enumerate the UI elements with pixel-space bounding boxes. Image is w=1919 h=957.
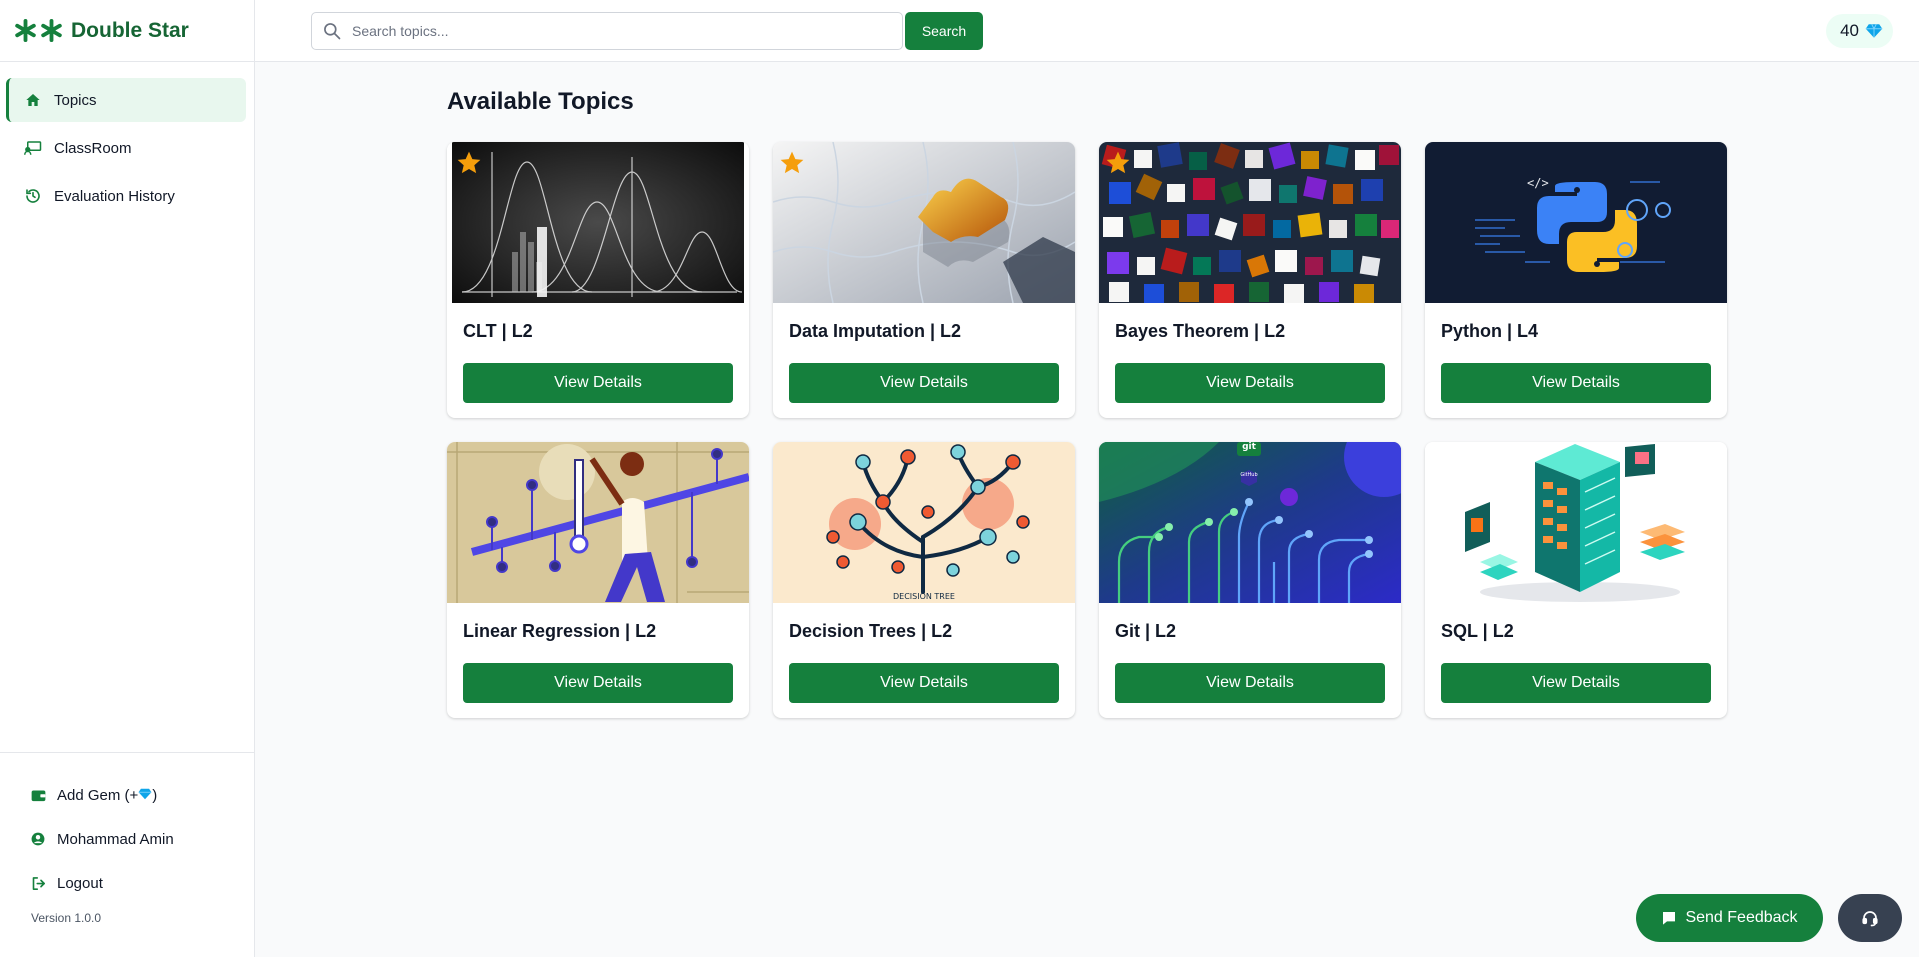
view-details-button[interactable]: View Details [1115, 363, 1385, 403]
topic-image [447, 142, 749, 303]
topic-card: </> Python | L4 View Details [1425, 142, 1727, 418]
version-text: Version 1.0.0 [31, 911, 102, 925]
star-icon [456, 150, 482, 176]
topic-card: Linear Regression | L2 View Details [447, 442, 749, 718]
topic-card: Data Imputation | L2 View Details [773, 142, 1075, 418]
topic-card: DECISION TREE Decision Trees | L2 View D… [773, 442, 1075, 718]
topic-image [1099, 142, 1401, 303]
add-gem-suffix: ) [152, 786, 158, 804]
star-icon [1105, 150, 1131, 176]
headset-icon [1861, 909, 1879, 927]
topics-grid: CLT | L2 View Details Data Imputation | … [447, 142, 1727, 718]
logout-icon [30, 875, 46, 891]
support-button[interactable] [1838, 894, 1902, 942]
add-gem-label: Add Gem (+ [57, 786, 139, 804]
classroom-icon [24, 139, 42, 157]
topic-title: Python | L4 [1441, 321, 1539, 341]
user-profile[interactable]: Mohammad Amin [0, 817, 254, 861]
view-details-button[interactable]: View Details [1115, 663, 1385, 703]
topic-image [773, 142, 1075, 303]
topic-title: Git | L2 [1115, 621, 1177, 641]
user-name: Mohammad Amin [57, 830, 174, 848]
gem-icon [1865, 23, 1883, 39]
sidebar-nav: Topics ClassRoom Evaluation History [0, 62, 254, 218]
gem-icon [138, 787, 152, 804]
topic-title: Decision Trees | L2 [789, 621, 953, 641]
send-feedback-button[interactable]: Send Feedback [1636, 894, 1823, 942]
view-details-button[interactable]: View Details [789, 363, 1059, 403]
history-icon [24, 187, 42, 205]
view-details-button[interactable]: View Details [1441, 663, 1711, 703]
home-icon [24, 91, 42, 109]
gem-balance[interactable]: 40 [1826, 14, 1893, 48]
logout-button[interactable]: Logout [0, 861, 254, 905]
page-title: Available Topics [447, 88, 634, 115]
topic-title: SQL | L2 [1441, 621, 1514, 641]
sidebar-item-label: ClassRoom [54, 139, 132, 157]
search-icon [322, 21, 342, 41]
topic-image [1425, 442, 1727, 603]
sidebar-footer: Add Gem (+ ) Mohammad Amin Logout Versio… [0, 752, 254, 957]
view-details-button[interactable]: View Details [463, 363, 733, 403]
view-details-button[interactable]: View Details [463, 663, 733, 703]
brand-title: Double Star [71, 18, 189, 42]
sidebar: Double Star Topics ClassRoom Evaluation … [0, 0, 255, 957]
sidebar-item-label: Evaluation History [54, 187, 175, 205]
star-icon [779, 150, 805, 176]
sidebar-item-evaluation-history[interactable]: Evaluation History [6, 174, 246, 218]
topic-title: CLT | L2 [463, 321, 533, 341]
sidebar-item-topics[interactable]: Topics [6, 78, 246, 122]
topic-image: git GitHub [1099, 442, 1401, 603]
topic-image [447, 442, 749, 603]
topic-card: CLT | L2 View Details [447, 142, 749, 418]
search-box [311, 12, 903, 50]
topic-card: git GitHub Git | L2 View Details [1099, 442, 1401, 718]
message-icon [1661, 910, 1677, 926]
sidebar-item-label: Topics [54, 91, 97, 109]
git-label: git [1242, 442, 1256, 452]
topic-image: </> [1425, 142, 1727, 303]
svg-text:</>: </> [1527, 176, 1549, 190]
gem-count: 40 [1840, 21, 1859, 40]
top-header: Search 40 [255, 0, 1919, 62]
image-caption: DECISION TREE [893, 592, 955, 601]
view-details-button[interactable]: View Details [1441, 363, 1711, 403]
topic-title: Data Imputation | L2 [789, 321, 962, 341]
add-gem-button[interactable]: Add Gem (+ ) [0, 773, 254, 817]
topic-card: Bayes Theorem | L2 View Details [1099, 142, 1401, 418]
topic-card: SQL | L2 View Details [1425, 442, 1727, 718]
send-feedback-label: Send Feedback [1685, 909, 1798, 926]
logout-label: Logout [57, 874, 103, 892]
user-circle-icon [30, 831, 46, 847]
topic-title: Bayes Theorem | L2 [1115, 321, 1286, 341]
asterisk-logo-icon [14, 19, 63, 42]
brand[interactable]: Double Star [0, 0, 254, 62]
sidebar-item-classroom[interactable]: ClassRoom [6, 126, 246, 170]
topic-title: Linear Regression | L2 [463, 621, 657, 641]
search-button[interactable]: Search [905, 12, 983, 50]
wallet-icon [30, 787, 46, 803]
search-input[interactable] [352, 23, 902, 39]
topic-image: DECISION TREE [773, 442, 1075, 603]
view-details-button[interactable]: View Details [789, 663, 1059, 703]
github-label: GitHub [1240, 472, 1258, 478]
